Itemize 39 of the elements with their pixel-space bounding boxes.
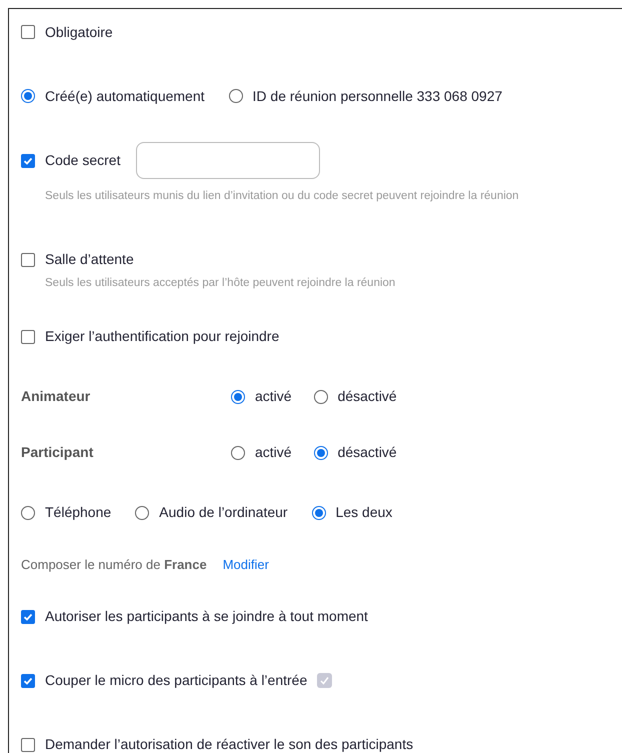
hint-text: Seuls les utilisateurs acceptés par l’hôte peuvent rejoindre la réunion xyxy=(44,276,396,292)
checkbox-label: Salle d’attente xyxy=(45,250,134,270)
setting-label: Animateur xyxy=(21,387,92,406)
dial-in-text: Composer le numéro de France xyxy=(21,556,207,574)
radio-label: Les deux xyxy=(336,503,392,522)
radio-label: désactivé xyxy=(338,387,397,406)
radio-button[interactable] xyxy=(21,506,35,520)
radio-button[interactable] xyxy=(231,446,245,460)
checkbox[interactable] xyxy=(21,738,35,752)
checkbox[interactable] xyxy=(21,610,35,624)
checkbox[interactable] xyxy=(21,330,35,344)
checkbox-label: Exiger l’authentification pour rejoindre xyxy=(45,327,280,346)
edit-link[interactable]: Modifier xyxy=(222,554,269,574)
checkbox[interactable] xyxy=(21,674,35,688)
radio-button[interactable] xyxy=(21,89,35,103)
radio-button[interactable] xyxy=(312,506,326,520)
checkbox-label: Autoriser les participants à se joindre à tout moment xyxy=(45,607,368,626)
checkbox-label: Obligatoire xyxy=(45,22,113,42)
radio-button[interactable] xyxy=(314,390,328,404)
radio-label: Audio de l’ordinateur xyxy=(159,503,288,522)
input-field[interactable] xyxy=(136,142,320,179)
radio-button[interactable] xyxy=(314,446,328,460)
radio-label: ID de réunion personnelle 333 068 0927 xyxy=(252,86,502,106)
radio-button[interactable] xyxy=(135,506,150,520)
hint-text: Seuls les utilisateurs munis du lien d’invitation ou du code secret peuvent rejoindre la réunion xyxy=(44,189,520,204)
checkbox[interactable] xyxy=(21,154,35,168)
checkbox-label: Demander l’autorisation de réactiver le son des participants xyxy=(45,735,414,753)
checkbox-label: Couper le micro des participants à l’entrée xyxy=(45,671,308,690)
radio-label: désactivé xyxy=(338,443,397,462)
radio-label: activé xyxy=(255,387,292,406)
radio-label: Créé(e) automatiquement xyxy=(45,86,205,106)
setting-label: Participant xyxy=(21,443,94,462)
radio-button[interactable] xyxy=(228,89,243,103)
checkbox[interactable] xyxy=(21,252,35,267)
radio-label: Téléphone xyxy=(45,503,112,522)
checkbox[interactable] xyxy=(21,25,35,39)
radio-button[interactable] xyxy=(231,390,245,404)
checkbox-label: Code secret xyxy=(45,151,120,170)
radio-label: activé xyxy=(255,443,292,462)
